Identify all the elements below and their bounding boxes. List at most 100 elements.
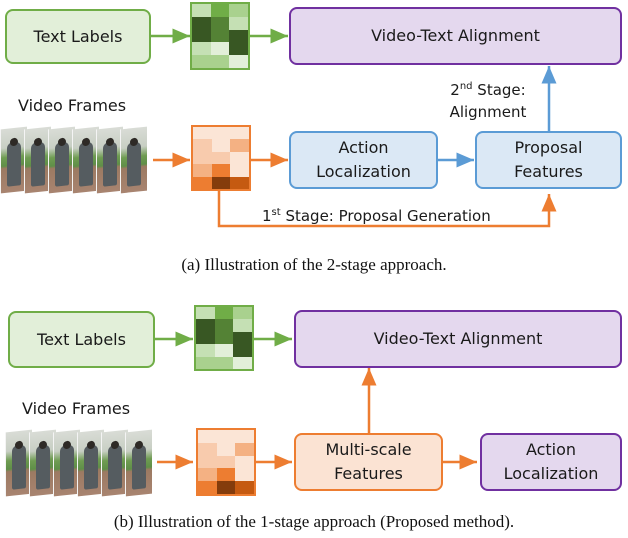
stage1-superscript: st	[271, 207, 281, 218]
feature-cell	[230, 164, 249, 177]
feature-cell	[233, 356, 252, 369]
feature-cell	[235, 442, 254, 456]
action-localization-box-b: Action Localization	[480, 433, 622, 491]
feature-cell	[233, 307, 252, 320]
video-frame	[53, 429, 80, 497]
feature-cell	[216, 442, 236, 456]
proposal-features-line1: Proposal	[514, 138, 583, 157]
multiscale-line2: Features	[334, 464, 403, 483]
feature-cell	[214, 307, 234, 320]
stage2-label: 2nd Stage: Alignment	[438, 76, 538, 123]
feature-cell	[214, 344, 234, 357]
feature-cell	[230, 176, 249, 189]
video-feature-grid-a	[191, 125, 251, 191]
feature-cell	[229, 16, 248, 30]
text-labels-box-a: Text Labels	[5, 9, 151, 64]
stage2-line2: Alignment	[449, 103, 527, 121]
feature-cell	[198, 442, 217, 456]
video-text-alignment-box-b: Video-Text Alignment	[294, 310, 622, 368]
video-frame	[77, 429, 104, 497]
feature-cell	[216, 481, 236, 494]
video-frame	[0, 126, 27, 194]
feature-cell	[229, 55, 248, 68]
diagram: Text Labels Video-Text Alignment Video F…	[0, 0, 628, 538]
feature-cell	[229, 42, 248, 56]
feature-cell	[214, 356, 234, 369]
feature-cell	[198, 455, 217, 469]
feature-cell	[211, 127, 231, 140]
video-text-alignment-label: Video-Text Alignment	[373, 329, 543, 348]
feature-cell	[233, 344, 252, 357]
video-frames-label-a: Video Frames	[18, 96, 127, 115]
feature-cell	[193, 127, 212, 140]
feature-cell	[192, 16, 211, 30]
feature-cell	[210, 4, 230, 17]
action-localization-line1: Action	[338, 138, 389, 157]
feature-cell	[230, 127, 249, 140]
feature-cell	[196, 319, 215, 332]
feature-cell	[216, 468, 236, 482]
feature-cell	[192, 29, 211, 43]
stage1-label: 1st Stage: Proposal Generation	[262, 202, 491, 227]
feature-cell	[196, 307, 215, 320]
caption-a: (a) Illustration of the 2-stage approach…	[181, 255, 447, 274]
feature-cell	[229, 29, 248, 43]
feature-cell	[229, 4, 248, 17]
feature-cell	[210, 42, 230, 56]
feature-cell	[198, 430, 217, 443]
video-text-alignment-label: Video-Text Alignment	[371, 26, 540, 45]
feature-cell	[193, 164, 212, 177]
video-frame	[29, 429, 56, 497]
feature-cell	[196, 356, 215, 369]
video-feature-grid-b	[196, 428, 256, 496]
stage1-text: Stage: Proposal Generation	[280, 207, 491, 225]
video-frame	[125, 429, 152, 497]
video-frame	[24, 126, 51, 194]
feature-cell	[192, 4, 211, 17]
stage1-number: 1	[262, 207, 272, 225]
stage2-text: Stage:	[472, 81, 526, 99]
text-labels-label: Text Labels	[33, 26, 123, 46]
video-frame	[5, 429, 32, 497]
feature-cell	[216, 430, 236, 443]
feature-cell	[198, 481, 217, 494]
text-labels-box-b: Text Labels	[8, 311, 155, 368]
feature-cell	[235, 468, 254, 482]
feature-cell	[193, 139, 212, 152]
video-frames-strip-b	[5, 429, 152, 497]
video-frame	[96, 126, 123, 194]
feature-cell	[216, 455, 236, 469]
feature-cell	[192, 55, 211, 68]
feature-cell	[230, 151, 249, 165]
stage2-superscript: nd	[459, 81, 473, 92]
feature-cell	[235, 455, 254, 469]
video-frames-label-b: Video Frames	[22, 399, 131, 418]
feature-cell	[211, 151, 231, 165]
feature-cell	[198, 468, 217, 482]
feature-cell	[235, 481, 254, 494]
caption-b: (b) Illustration of the 1-stage approach…	[113, 512, 515, 531]
video-frame	[101, 429, 128, 497]
action-localization-box-a: Action Localization	[289, 131, 438, 189]
video-frame	[72, 126, 99, 194]
feature-cell	[235, 430, 254, 443]
multiscale-features-box-b: Multi-scale Features	[294, 433, 443, 491]
feature-cell	[230, 139, 249, 152]
feature-cell	[210, 16, 230, 30]
feature-cell	[193, 176, 212, 189]
stage2-number: 2	[450, 81, 460, 99]
feature-cell	[193, 151, 212, 165]
video-frames-strip-a	[0, 126, 147, 194]
feature-cell	[196, 331, 215, 345]
multiscale-line1: Multi-scale	[325, 440, 412, 459]
feature-cell	[210, 29, 230, 43]
feature-cell	[210, 55, 230, 68]
video-text-alignment-box-a: Video-Text Alignment	[289, 7, 622, 65]
feature-cell	[211, 176, 231, 189]
proposal-features-line2: Features	[514, 162, 583, 181]
feature-cell	[214, 331, 234, 345]
video-frame	[120, 126, 147, 194]
feature-cell	[211, 139, 231, 152]
feature-cell	[211, 164, 231, 177]
feature-cell	[233, 319, 252, 332]
